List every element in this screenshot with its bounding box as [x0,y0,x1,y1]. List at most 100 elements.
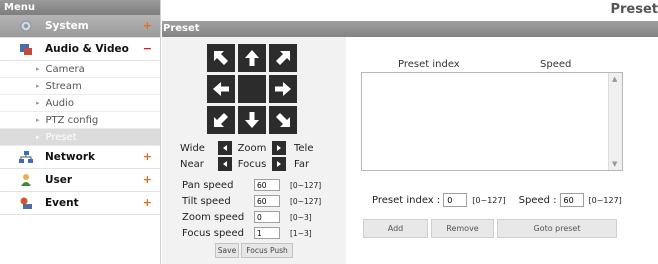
subnav-stream[interactable]: ▸ Stream [0,78,160,95]
network-icon [19,151,33,163]
nav-user-toggle[interactable]: + [143,173,152,186]
chevron-right-icon: ▸ [36,133,40,141]
page-title: Preset [610,2,658,17]
tilt-speed-input[interactable] [254,195,280,207]
nav-system-toggle[interactable]: + [143,19,152,32]
preset-index-input[interactable] [443,193,468,207]
subnav-camera-label: Camera [45,63,85,75]
focus-speed-row: Focus speed [1~3] [182,226,312,240]
pan-speed-label: Pan speed [182,179,234,191]
subnav-preset-label: Preset [45,131,77,143]
subnav-ptz-config[interactable]: ▸ PTZ config [0,112,160,129]
nav-system[interactable]: System + [0,15,160,38]
pan-down-right-button[interactable] [269,106,297,134]
zoom-tele-button[interactable] [272,141,286,155]
pan-speed-range: [0~127] [290,180,322,190]
pan-speed-input[interactable] [254,179,280,191]
arrow-up-right-icon [276,51,290,65]
focus-far-button[interactable] [272,157,286,171]
subnav-audio-label: Audio [45,97,74,109]
zoom-speed-label: Zoom speed [182,211,245,223]
focus-speed-range: [1~3] [290,228,312,238]
zoom-wide-label: Wide [180,142,205,154]
system-gear-icon [20,20,32,32]
chevron-right-icon: ▸ [36,65,40,73]
focus-row: Near Focus Far [180,157,309,171]
chevron-right-icon: ▸ [36,99,40,107]
focus-near-button[interactable] [218,157,232,171]
zoom-speed-row: Zoom speed [0~3] [182,210,312,224]
scroll-up-icon[interactable]: ▲ [612,75,617,83]
triangle-left-icon [223,145,227,151]
preset-input-row: Preset index : [0~127] Speed : [0~127] [372,193,622,207]
subnav-camera[interactable]: ▸ Camera [0,61,160,78]
speed-column-header: Speed [540,59,572,70]
scroll-down-icon[interactable]: ▼ [612,160,617,168]
ptz-direction-pad [207,44,297,134]
pan-up-left-button[interactable] [207,44,235,72]
subnav-stream-label: Stream [45,80,82,92]
nav-audio-video-toggle[interactable]: − [143,42,152,55]
preset-list[interactable]: ▲ ▼ [361,72,623,171]
audio-video-icon [20,44,32,55]
arrow-up-icon [245,50,259,66]
chevron-right-icon: ▸ [36,82,40,90]
arrow-left-icon [213,82,229,96]
user-icon [21,174,31,186]
preset-panel: Preset index Speed ▲ ▼ Preset index : [0… [346,37,658,264]
subnav-ptz-config-label: PTZ config [45,114,99,126]
nav-system-label: System [45,20,89,32]
nav-event-label: Event [45,197,79,209]
pan-up-right-button[interactable] [269,44,297,72]
pan-down-left-button[interactable] [207,106,235,134]
focus-speed-input[interactable] [254,227,280,239]
arrow-down-left-icon [214,113,228,127]
remove-preset-button[interactable]: Remove [431,219,494,238]
nav-network-toggle[interactable]: + [143,150,152,163]
focus-label: Focus [237,158,267,170]
nav-audio-video[interactable]: Audio & Video − [0,38,160,61]
ptz-control-panel: Wide Zoom Tele Near Focus Far Pan speed … [162,37,346,264]
zoom-speed-range: [0~3] [290,212,312,222]
zoom-label: Zoom [237,142,267,154]
arrow-down-right-icon [276,113,290,127]
nav-event-toggle[interactable]: + [143,196,152,209]
tilt-up-button[interactable] [238,44,266,72]
subnav-preset[interactable]: ▸ Preset [0,129,160,146]
preset-speed-label: Speed : [518,194,557,206]
arrow-right-icon [275,82,291,96]
nav-audio-video-label: Audio & Video [45,43,129,55]
preset-speed-range: [0~127] [588,195,622,205]
preset-list-scrollbar[interactable]: ▲ ▼ [608,73,622,170]
triangle-right-icon [277,161,281,167]
zoom-tele-label: Tele [294,142,314,154]
chevron-right-icon: ▸ [36,116,40,124]
focus-far-label: Far [294,158,310,170]
nav-event[interactable]: Event + [0,192,160,215]
subnav-audio[interactable]: ▸ Audio [0,95,160,112]
tilt-speed-range: [0~127] [290,196,322,206]
add-preset-button[interactable]: Add [363,219,428,238]
zoom-speed-input[interactable] [254,211,280,223]
preset-speed-input[interactable] [559,193,584,207]
focus-near-label: Near [180,158,204,170]
pan-speed-row: Pan speed [0~127] [182,178,321,192]
arrow-down-icon [245,112,259,128]
event-icon [20,197,32,209]
nav-network[interactable]: Network + [0,146,160,169]
pan-right-button[interactable] [269,75,297,103]
nav-user-label: User [45,174,73,186]
save-button[interactable]: Save [215,243,239,258]
ptz-home-button[interactable] [238,75,266,103]
tilt-down-button[interactable] [238,106,266,134]
focus-push-button[interactable]: Focus Push [241,243,293,258]
arrow-up-left-icon [214,51,228,65]
pan-left-button[interactable] [207,75,235,103]
goto-preset-button[interactable]: Goto preset [497,219,617,238]
zoom-wide-button[interactable] [218,141,232,155]
focus-speed-label: Focus speed [182,227,244,239]
zoom-row: Wide Zoom Tele [180,141,314,155]
section-title-bar: Preset [162,21,658,37]
nav-user[interactable]: User + [0,169,160,192]
nav-network-label: Network [45,151,96,163]
